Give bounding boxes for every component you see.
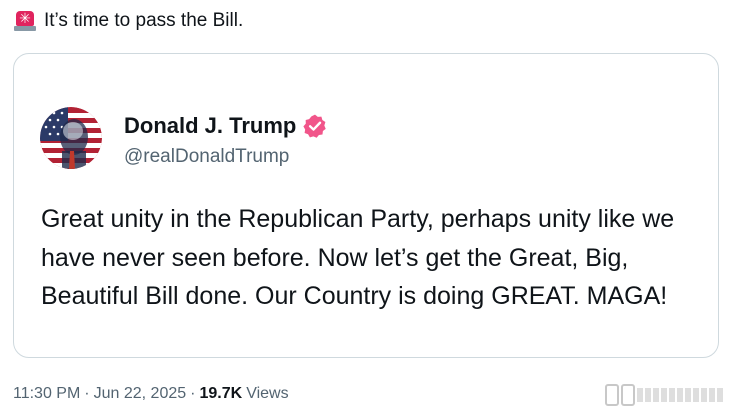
post-date[interactable]: Jun 22, 2025 — [94, 383, 187, 405]
verified-badge-icon — [302, 113, 328, 139]
author-name[interactable]: Donald J. Trump — [124, 112, 296, 140]
post-time[interactable]: 11:30 PM — [13, 383, 80, 405]
watermark-mark — [621, 384, 635, 406]
police-light-icon: ✳ — [14, 10, 36, 32]
author-name-row: Donald J. Trump — [124, 112, 328, 140]
meta-separator: · — [84, 385, 90, 402]
views-count: 19.7K — [199, 385, 243, 402]
avatar[interactable] — [40, 107, 102, 169]
watermark-mark — [605, 384, 619, 406]
views-label: Views — [246, 385, 289, 402]
post-meta: 11:30 PM · Jun 22, 2025 · 19.7K Views — [13, 383, 289, 405]
post-text-row: ✳ It’s time to pass the Bill. — [14, 8, 243, 34]
watermark — [605, 380, 725, 410]
quoted-post-card[interactable]: Donald J. Trump @realDonaldTrump Great u… — [13, 53, 719, 358]
meta-separator: · — [190, 385, 196, 402]
author-handle[interactable]: @realDonaldTrump — [124, 144, 289, 170]
quoted-post-body: Great unity in the Republican Party, per… — [41, 205, 675, 310]
post-text: It’s time to pass the Bill. — [44, 10, 244, 31]
watermark-text — [637, 388, 725, 402]
